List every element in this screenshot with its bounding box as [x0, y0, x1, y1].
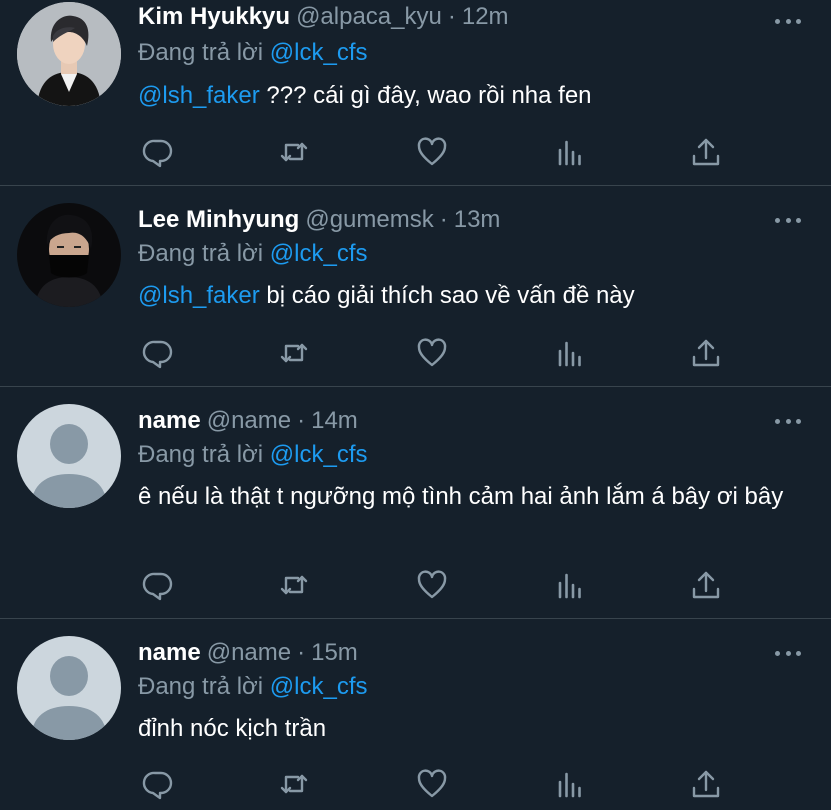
tweet-text-body: ê nếu là thật t ngưỡng mộ tình cảm hai ả…	[138, 483, 784, 510]
reply-icon[interactable]	[138, 333, 178, 373]
tweet-text-body: đỉnh nóc kịch trần	[138, 715, 327, 742]
analytics-icon[interactable]	[550, 764, 590, 804]
action-bar	[138, 565, 738, 605]
tweet-text: đỉnh nóc kịch trần	[138, 713, 808, 745]
default-avatar-icon	[17, 404, 121, 508]
tweet-header: name @name · 15m	[138, 636, 358, 670]
retweet-icon[interactable]	[274, 565, 314, 605]
share-icon[interactable]	[686, 132, 726, 172]
replying-to: Đang trả lời @lck_cfs	[138, 670, 368, 704]
replying-to-label: Đang trả lời	[138, 673, 264, 700]
share-icon[interactable]	[686, 565, 726, 605]
reply-icon[interactable]	[138, 764, 178, 804]
handle[interactable]: @gumemsk	[305, 206, 433, 233]
separator-dot: ·	[439, 206, 448, 233]
separator-dot: ·	[297, 407, 306, 434]
like-icon[interactable]	[412, 333, 452, 373]
replying-to-label: Đang trả lời	[138, 39, 264, 66]
replying-to: Đang trả lời @lck_cfs	[138, 36, 368, 70]
more-icon[interactable]	[775, 404, 801, 438]
tweet-header: Lee Minhyung @gumemsk · 13m	[138, 203, 500, 237]
retweet-icon[interactable]	[274, 764, 314, 804]
display-name[interactable]: name	[138, 639, 201, 666]
handle[interactable]: @alpaca_kyu	[296, 3, 442, 30]
display-name[interactable]: name	[138, 407, 201, 434]
mention-link[interactable]: @lsh_faker	[138, 82, 260, 109]
like-icon[interactable]	[412, 565, 452, 605]
tweet-text-body: bị cáo giải thích sao về vấn đề này	[259, 282, 635, 309]
display-name[interactable]: Lee Minhyung	[138, 206, 299, 233]
tweet[interactable]: name @name · 14m Đang trả lời @lck_cfs ê nế…	[0, 387, 831, 619]
replying-to: Đang trả lời @lck_cfs	[138, 438, 368, 472]
timestamp[interactable]: 13m	[454, 206, 501, 233]
share-icon[interactable]	[686, 333, 726, 373]
tweet-text-body: ??? cái gì đây, wao rồi nha fen	[259, 82, 592, 109]
analytics-icon[interactable]	[550, 333, 590, 373]
replying-to-link[interactable]: @lck_cfs	[270, 673, 368, 700]
tweet-feed: Kim Hyukkyu @alpaca_kyu · 12m Đang trả lời …	[0, 0, 831, 810]
tweet[interactable]: Lee Minhyung @gumemsk · 13m Đang trả lời @l…	[0, 186, 831, 387]
action-bar	[138, 764, 738, 804]
avatar[interactable]	[17, 2, 121, 106]
reply-icon[interactable]	[138, 565, 178, 605]
handle[interactable]: @name	[207, 407, 291, 434]
like-icon[interactable]	[412, 132, 452, 172]
replying-to-link[interactable]: @lck_cfs	[270, 240, 368, 267]
tweet-text: @lsh_faker ??? cái gì đây, wao rồi nha f…	[138, 80, 808, 112]
avatar-photo	[17, 2, 121, 106]
action-bar	[138, 333, 738, 373]
timestamp[interactable]: 14m	[311, 407, 358, 434]
avatar[interactable]	[17, 636, 121, 740]
tweet-header: Kim Hyukkyu @alpaca_kyu · 12m	[138, 0, 509, 34]
share-icon[interactable]	[686, 764, 726, 804]
more-icon[interactable]	[775, 636, 801, 670]
tweet-text: @lsh_faker bị cáo giải thích sao về vấn …	[138, 280, 808, 312]
separator-dot: ·	[297, 639, 306, 666]
more-icon[interactable]	[775, 4, 801, 38]
tweet[interactable]: name @name · 15m Đang trả lời @lck_cfs đỉnh…	[0, 619, 831, 810]
avatar-photo	[17, 203, 121, 307]
separator-dot: ·	[447, 3, 456, 30]
avatar[interactable]	[17, 203, 121, 307]
handle[interactable]: @name	[207, 639, 291, 666]
more-icon[interactable]	[775, 203, 801, 237]
default-avatar-icon	[17, 636, 121, 740]
retweet-icon[interactable]	[274, 333, 314, 373]
replying-to-label: Đang trả lời	[138, 240, 264, 267]
retweet-icon[interactable]	[274, 132, 314, 172]
analytics-icon[interactable]	[550, 565, 590, 605]
tweet[interactable]: Kim Hyukkyu @alpaca_kyu · 12m Đang trả lời …	[0, 0, 831, 186]
replying-to-label: Đang trả lời	[138, 441, 264, 468]
tweet-header: name @name · 14m	[138, 404, 358, 438]
like-icon[interactable]	[412, 764, 452, 804]
tweet-text: ê nếu là thật t ngưỡng mộ tình cảm hai ả…	[138, 481, 808, 513]
reply-icon[interactable]	[138, 132, 178, 172]
replying-to-link[interactable]: @lck_cfs	[270, 441, 368, 468]
timestamp[interactable]: 15m	[311, 639, 358, 666]
avatar[interactable]	[17, 404, 121, 508]
display-name[interactable]: Kim Hyukkyu	[138, 3, 290, 30]
replying-to: Đang trả lời @lck_cfs	[138, 237, 368, 271]
replying-to-link[interactable]: @lck_cfs	[270, 39, 368, 66]
action-bar	[138, 132, 738, 172]
timestamp[interactable]: 12m	[462, 3, 509, 30]
mention-link[interactable]: @lsh_faker	[138, 282, 260, 309]
analytics-icon[interactable]	[550, 132, 590, 172]
